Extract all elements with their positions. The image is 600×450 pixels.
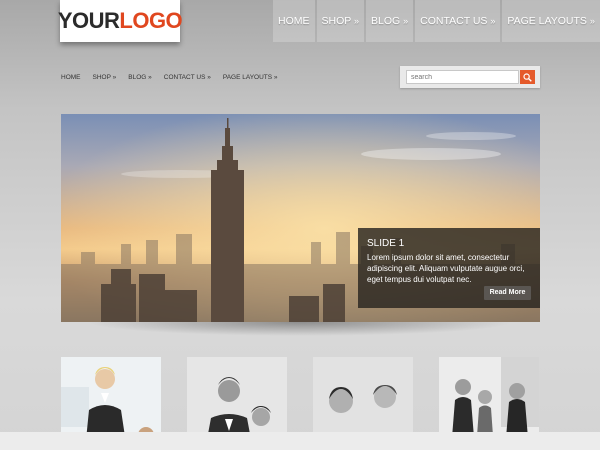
slide-text: Lorem ipsum dolor sit amet, consectetur … bbox=[367, 253, 525, 284]
top-nav-home-label: HOME bbox=[278, 15, 310, 27]
slider-shadow bbox=[85, 322, 515, 336]
sub-nav-blog[interactable]: BLOG » bbox=[128, 74, 152, 81]
top-nav-contact-arrow: » bbox=[490, 16, 496, 26]
sub-nav-blog-label: BLOG bbox=[128, 74, 147, 81]
logo-part-logo: LOGO bbox=[119, 8, 183, 33]
top-nav-page-layouts-label: PAGE LAYOUTS bbox=[507, 15, 587, 27]
bottom-band bbox=[0, 432, 600, 450]
sub-nav-contact-arrow: » bbox=[207, 74, 211, 81]
sub-nav-shop-arrow: » bbox=[112, 74, 117, 81]
top-nav-shop-label: SHOP bbox=[321, 15, 352, 27]
top-nav-blog[interactable]: BLOG » bbox=[366, 0, 414, 42]
site-logo[interactable]: YOUR LOGO bbox=[57, 0, 183, 42]
sub-nav-page-layouts[interactable]: PAGE LAYOUTS » bbox=[223, 74, 278, 81]
top-nav-page-layouts[interactable]: PAGE LAYOUTS » bbox=[502, 0, 600, 42]
hero-slider[interactable]: SLIDE 1 Lorem ipsum dolor sit amet, cons… bbox=[61, 114, 540, 322]
sub-nav-home-label: HOME bbox=[61, 74, 81, 81]
top-nav-shop-arrow: » bbox=[354, 16, 360, 26]
top-nav-blog-label: BLOG bbox=[371, 15, 401, 27]
sub-nav-shop[interactable]: SHOP » bbox=[93, 74, 117, 81]
main-navigation: HOME SHOP » BLOG » CONTACT US » PAGE LAY… bbox=[273, 0, 600, 42]
logo-part-your: YOUR bbox=[57, 8, 120, 33]
read-more-button[interactable]: Read More bbox=[484, 286, 531, 300]
sub-nav-page-layouts-label: PAGE LAYOUTS bbox=[222, 74, 273, 81]
top-nav-contact-label: CONTACT US bbox=[420, 15, 488, 27]
slide-title: SLIDE 1 bbox=[367, 238, 405, 249]
sub-nav-contact-label: CONTACT US bbox=[163, 74, 206, 81]
sub-nav-shop-label: SHOP bbox=[92, 74, 111, 81]
search-input[interactable] bbox=[406, 70, 519, 84]
sub-nav-contact[interactable]: CONTACT US » bbox=[164, 74, 211, 81]
top-nav-blog-arrow: » bbox=[403, 16, 409, 26]
top-nav-home[interactable]: HOME bbox=[273, 0, 315, 42]
sub-nav-blog-arrow: » bbox=[148, 74, 152, 81]
search-button[interactable] bbox=[520, 70, 535, 84]
secondary-navigation: HOME SHOP » BLOG » CONTACT US » PAGE LAY… bbox=[61, 74, 290, 81]
search-icon bbox=[523, 72, 532, 82]
sub-nav-home[interactable]: HOME bbox=[61, 74, 81, 81]
sub-nav-page-layouts-arrow: » bbox=[273, 74, 278, 81]
top-nav-contact[interactable]: CONTACT US » bbox=[415, 0, 501, 42]
top-nav-shop[interactable]: SHOP » bbox=[316, 0, 365, 42]
search-box bbox=[400, 66, 540, 88]
slide-caption: SLIDE 1 Lorem ipsum dolor sit amet, cons… bbox=[358, 228, 540, 308]
top-nav-page-layouts-arrow: » bbox=[589, 16, 595, 26]
